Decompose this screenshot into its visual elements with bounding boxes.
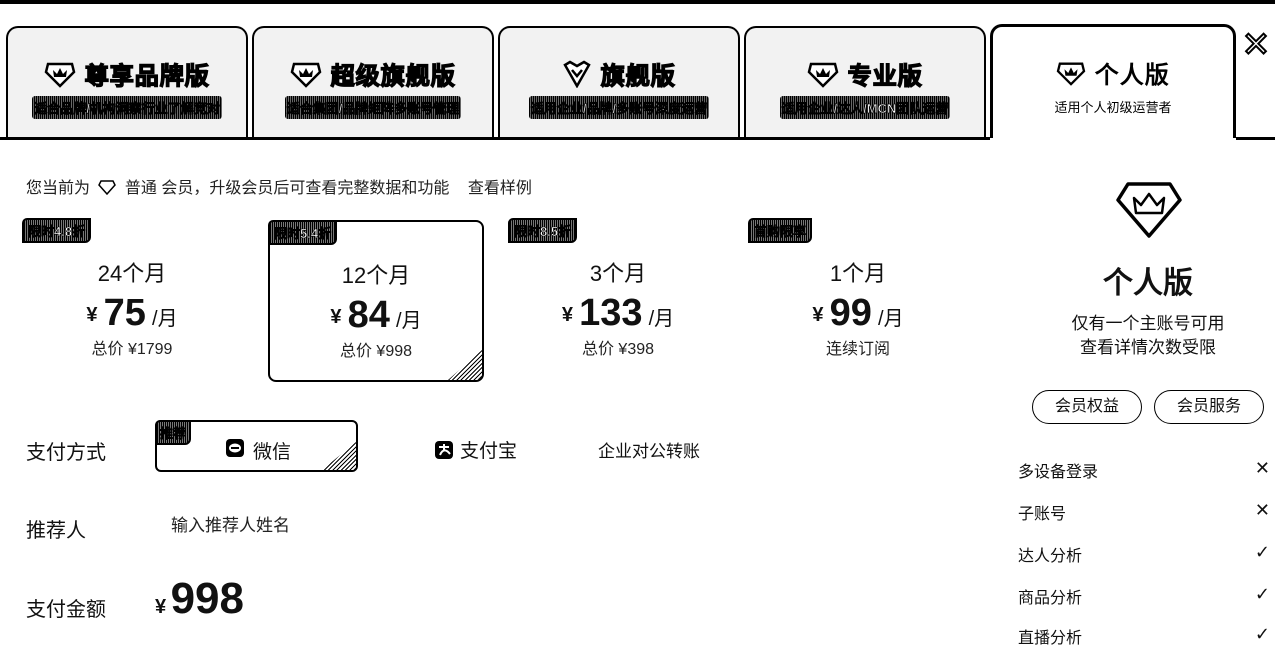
tab-professional[interactable]: 专业版 适用企业/达人/MCN团队运营 [744,26,986,138]
tab-divider [1236,137,1275,140]
alipay-label: 支付宝 [460,441,518,462]
check-icon: ✓ [1254,584,1270,604]
selected-corner-mark [322,442,356,470]
tab-super-flagship[interactable]: 超级旗舰版 适合集团/品牌矩阵多账号管理 [252,26,494,138]
discount-badge: 首购限享 [748,218,813,243]
plan-card-1m[interactable]: 首购限享 1个月 ¥ 99 /月 连续订阅 [748,218,966,382]
feature-row: 多设备登录 ✕ [1018,458,1270,481]
tab-subtitle: 适合集团/品牌矩阵多账号管理 [284,96,462,119]
pay-option-alipay[interactable]: 支付宝 [434,436,517,463]
plan-total: 总价 ¥998 [339,343,413,360]
plan-total: 总价 ¥398 [581,341,655,358]
crown-gem-icon [807,62,839,88]
recommend-badge: 推荐 [155,420,192,445]
crown-gem-icon [290,62,322,88]
feature-row: 达人分析 ✓ [1018,542,1270,565]
wechat-icon [226,439,244,457]
alipay-icon [435,441,453,459]
top-border [0,0,1275,4]
cross-icon: ✕ [1254,500,1270,520]
amount-label: 支付金额 [26,599,106,621]
pay-option-wechat[interactable]: 推荐 微信 [155,420,358,472]
plan-price: ¥ 99 /月 [812,292,904,334]
tab-title: 超级旗舰版 [330,62,456,90]
referrer-input[interactable] [155,505,473,547]
tab-title: 个人版 [1094,62,1170,89]
plan-tabs: 尊享品牌版 适合品牌/机构洞察行业了解竞对 超级旗舰版 适合集团/品牌矩阵多账号… [0,22,1240,140]
wechat-label: 微信 [253,442,292,463]
plan-price: ¥ 133 /月 [561,292,675,334]
close-icon[interactable]: ✕ [1240,27,1272,63]
plan-price: ¥ 75 /月 [86,292,178,334]
tab-subtitle: 适合品牌/机构洞察行业了解竞对 [32,96,222,119]
member-status: 您当前为 普通 会员，升级会员后可查看完整数据和功能 查看样例 [26,180,532,197]
cross-icon: ✕ [1254,458,1270,478]
check-icon: ✓ [1254,542,1270,562]
tab-title: 旗舰版 [600,62,676,90]
plan-card-3m[interactable]: 限时8.5折 3个月 ¥ 133 /月 总价 ¥398 [508,218,726,382]
crown-gem-icon [563,60,591,88]
heart-gem-icon [98,180,117,195]
plan-card-24m[interactable]: 限时4.8折 24个月 ¥ 75 /月 总价 ¥1799 [22,218,240,382]
tab-premium-brand[interactable]: 尊享品牌版 适合品牌/机构洞察行业了解竞对 [6,26,248,138]
tab-divider [0,137,990,140]
crown-gem-icon [44,62,76,88]
plan-duration: 24个月 [97,261,167,286]
discount-badge: 限时4.8折 [22,218,92,243]
plan-duration: 1个月 [829,261,887,286]
member-benefits-button[interactable]: 会员权益 [1032,390,1142,424]
discount-badge: 限时5.4折 [268,220,338,245]
crown-gem-icon [1056,62,1086,86]
feature-row: 直播分析 ✓ [1018,624,1270,647]
view-sample-link[interactable]: 查看样例 [468,180,532,197]
payment-amount: ¥ 998 [155,574,244,623]
plan-price: ¥ 84 /月 [330,294,422,336]
feature-row: 子账号 ✕ [1018,500,1270,523]
plan-card-12m[interactable]: 限时5.4折 12个月 ¥ 84 /月 总价 ¥998 [268,220,484,382]
tab-title: 尊享品牌版 [84,62,210,90]
plan-duration: 12个月 [341,263,411,288]
plan-total: 总价 ¥1799 [91,341,173,358]
plan-duration: 3个月 [589,261,647,286]
tab-personal[interactable]: 个人版 适用个人初级运营者 [990,24,1236,138]
tab-flagship[interactable]: 旗舰版 适用企业/品牌/多账号深度运营 [498,26,740,138]
tab-subtitle: 适用企业/达人/MCN团队运营 [779,96,951,119]
pay-option-corporate[interactable]: 企业对公转账 [598,437,700,462]
check-icon: ✓ [1254,624,1270,644]
plan-title: 个人版 [1103,267,1193,300]
tab-title: 专业版 [847,62,923,90]
payment-method-label: 支付方式 [26,442,106,464]
member-service-button[interactable]: 会员服务 [1154,390,1264,424]
crown-gem-icon [1116,182,1182,238]
feature-row: 商品分析 ✓ [1018,584,1270,607]
plan-description: 仅有一个主账号可用 查看详情次数受限 [1071,314,1225,357]
tab-subtitle: 适用企业/品牌/多账号深度运营 [528,96,710,119]
plan-total: 连续订阅 [825,341,890,358]
tab-subtitle: 适用个人初级运营者 [1054,100,1172,115]
referrer-label: 推荐人 [26,520,86,542]
discount-badge: 限时8.5折 [508,218,578,243]
